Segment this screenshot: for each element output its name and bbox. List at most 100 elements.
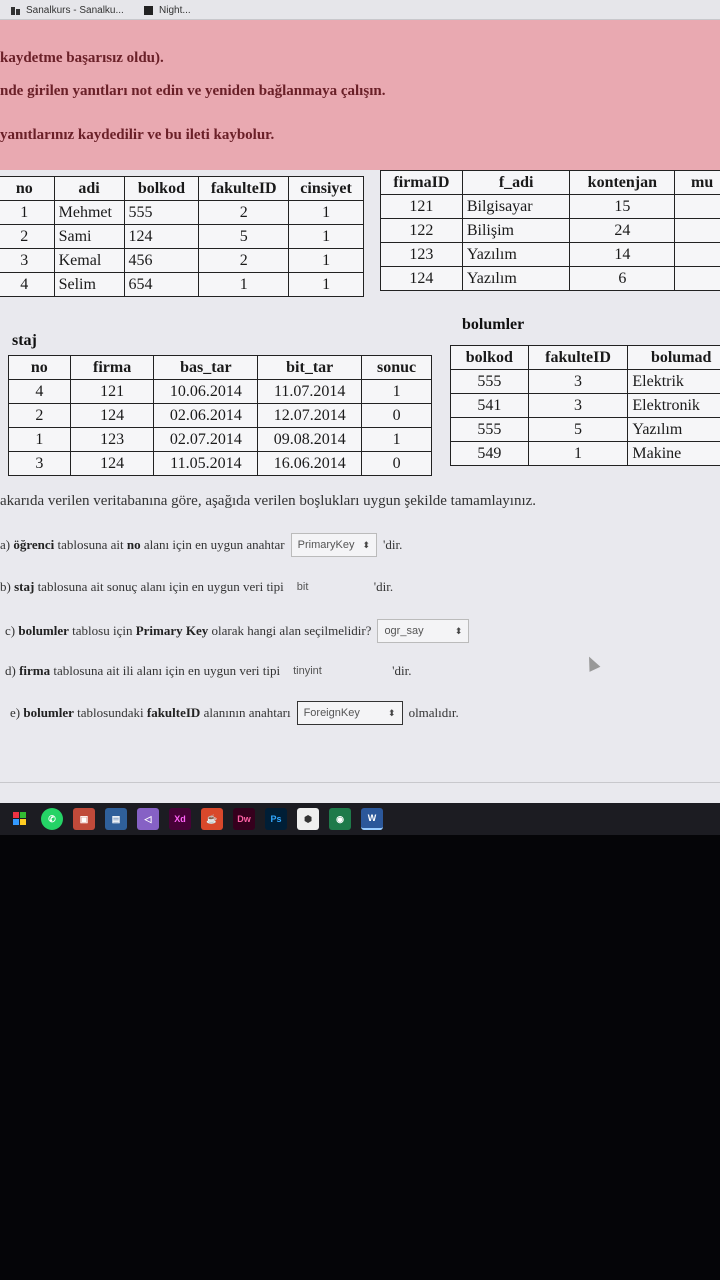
site-icon — [10, 5, 21, 16]
table-cell: 12.07.2014 — [257, 403, 363, 428]
selected-value: bit — [296, 581, 309, 593]
browser-tab-second[interactable]: Night... — [143, 2, 203, 19]
question-text: tablosundaki — [77, 705, 144, 720]
table-row: 2 Sami 124 5 1 — [0, 224, 364, 249]
table-cell: 121 — [380, 194, 463, 219]
table-cell: 0 — [361, 451, 432, 476]
question-prefix: d) — [5, 663, 16, 678]
table-cell: 123 — [380, 242, 463, 267]
monitor-screen: Sanalkurs - Sanalku... Night... kaydetme… — [0, 0, 720, 835]
answer-select-a[interactable]: PrimaryKey ⬍ — [290, 533, 378, 557]
selected-value: ogr_say — [384, 625, 424, 637]
question-d: d) firma tablosuna ait ili alanı için en… — [5, 659, 411, 683]
answer-select-c[interactable]: ogr_say ⬍ — [377, 619, 470, 643]
question-table-name: firma — [19, 663, 51, 678]
question-table-name: staj — [14, 579, 35, 594]
answer-select-b[interactable]: bit — [290, 575, 368, 599]
table-cell: Makine — [627, 441, 720, 466]
table-cell: 3 — [527, 369, 629, 394]
column-header: bas_tar — [153, 355, 259, 380]
table-cell — [674, 242, 720, 267]
table-row: 555 3 Elektrik — [450, 369, 720, 394]
table-cell: 11.07.2014 — [257, 379, 363, 404]
table-cell: 2 — [198, 248, 290, 273]
question-prefix: e) — [10, 705, 21, 720]
answer-select-d[interactable]: tinyint — [286, 659, 386, 683]
column-header: bolumad — [627, 345, 720, 370]
question-text: alanı için en uygun anahtar — [143, 537, 285, 552]
table-cell: 1 — [0, 200, 55, 225]
xd-label: Xd — [174, 814, 186, 824]
question-instructions: akarıda verilen veritabanına göre, aşağı… — [0, 493, 537, 509]
table-cell: 1 — [288, 272, 364, 297]
divider — [0, 782, 720, 783]
table-cell: 654 — [123, 272, 200, 297]
table-cell: Bilişim — [461, 218, 571, 243]
windows-taskbar: ✆ ▣ ▤ ◁ Xd ☕ Dw Ps ⬢ ◉ W — [0, 803, 720, 835]
whatsapp-icon[interactable]: ✆ — [41, 808, 63, 830]
table-row: 1 Mehmet 555 2 1 — [0, 200, 364, 225]
bolumler-table: bolkod fakulteID bolumad 555 3 Elektrik … — [450, 345, 720, 466]
question-prefix: b) — [0, 579, 11, 594]
browser-tab-strip: Sanalkurs - Sanalku... Night... — [0, 0, 720, 20]
column-header: firma — [69, 355, 155, 380]
word-icon[interactable]: W — [361, 808, 383, 830]
dreamweaver-icon[interactable]: Dw — [233, 808, 255, 830]
table-cell: 549 — [450, 441, 529, 466]
table-cell: Yazılım — [461, 266, 571, 291]
chrome-icon[interactable]: ◉ — [329, 808, 351, 830]
photoshop-icon[interactable]: Ps — [265, 808, 287, 830]
browser-tab-sanalkurs[interactable]: Sanalkurs - Sanalku... — [10, 2, 132, 19]
table-cell — [674, 194, 720, 219]
table-cell: 456 — [123, 248, 200, 273]
question-text: tablosuna ait ili alanı için en uygun ve… — [53, 663, 281, 678]
answer-select-e[interactable]: ForeignKey ⬍ — [296, 701, 403, 725]
table-cell: 15 — [569, 194, 676, 219]
column-header: no — [0, 176, 55, 201]
start-icon[interactable] — [9, 808, 31, 830]
table-row: 121 Bilgisayar 15 — [380, 194, 720, 219]
table-cell: 6 — [569, 266, 676, 291]
firma-table: firmaID f_adi kontenjan mu 121 Bilgisaya… — [380, 170, 720, 291]
staj-table-title: staj — [12, 332, 37, 349]
question-table-name: bolumler — [23, 705, 74, 720]
table-cell: Yazılım — [627, 417, 720, 442]
app-icon[interactable]: ▣ — [73, 808, 95, 830]
table-cell: Sami — [53, 224, 125, 249]
bolumler-table-title: bolumler — [462, 316, 525, 333]
table-row: 123 Yazılım 14 — [380, 242, 720, 267]
column-header: mu — [674, 170, 720, 195]
table-cell: 4 — [0, 272, 55, 297]
table-cell: Bilgisayar — [461, 194, 571, 219]
column-header: fakulteID — [527, 345, 629, 370]
xd-icon[interactable]: Xd — [169, 808, 191, 830]
ogrenci-table: no adi bolkod fakulteID cinsiyet 1 Mehme… — [0, 176, 364, 297]
table-cell: 121 — [69, 379, 155, 404]
column-header: adi — [53, 176, 125, 201]
table-row: 555 5 Yazılım — [450, 417, 720, 442]
site-icon — [143, 5, 154, 16]
table-cell: 1 — [288, 224, 364, 249]
staj-table: no firma bas_tar bit_tar sonuc 4 121 10.… — [8, 355, 432, 476]
table-cell: 1 — [198, 272, 290, 297]
table-header-row: no adi bolkod fakulteID cinsiyet — [0, 176, 364, 201]
visual-studio-icon[interactable]: ◁ — [137, 808, 159, 830]
package-icon[interactable]: ⬢ — [297, 808, 319, 830]
table-row: 4 121 10.06.2014 11.07.2014 1 — [8, 379, 432, 404]
question-suffix: olmalıdır. — [408, 705, 459, 720]
table-cell: 24 — [569, 218, 676, 243]
column-header: cinsiyet — [288, 176, 364, 201]
table-row: 124 Yazılım 6 — [380, 266, 720, 291]
table-cell: 123 — [69, 427, 155, 452]
question-suffix: 'dir. — [383, 537, 403, 552]
dropdown-arrow-icon: ⬍ — [362, 539, 371, 550]
table-header-row: bolkod fakulteID bolumad — [450, 345, 720, 370]
table-cell: 14 — [569, 242, 676, 267]
table-cell: 10.06.2014 — [153, 379, 259, 404]
table-row: 1 123 02.07.2014 09.08.2014 1 — [8, 427, 432, 452]
dw-label: Dw — [237, 814, 251, 824]
java-icon[interactable]: ☕ — [201, 808, 223, 830]
store-icon[interactable]: ▤ — [105, 808, 127, 830]
table-row: 3 Kemal 456 2 1 — [0, 248, 364, 273]
question-table-name: öğrenci — [13, 537, 55, 552]
